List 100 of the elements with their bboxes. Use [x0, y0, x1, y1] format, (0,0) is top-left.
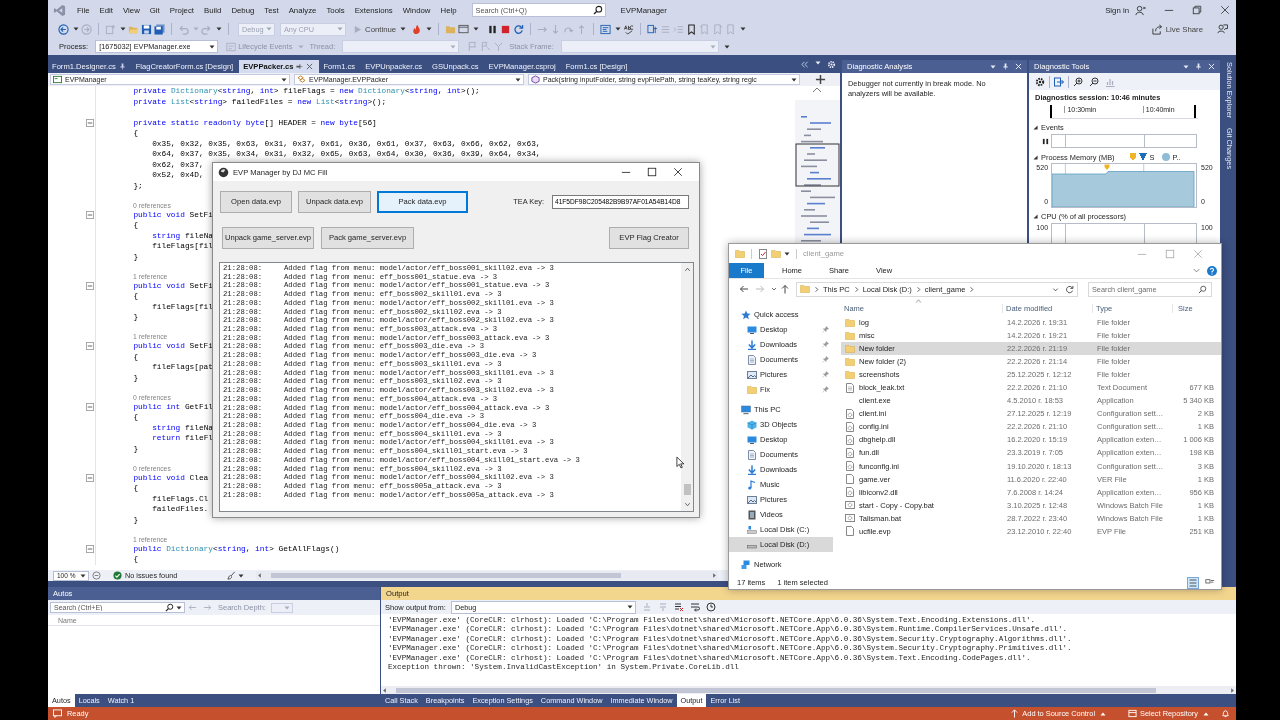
back-icon[interactable] [58, 23, 69, 35]
chevron-down-icon[interactable] [771, 286, 777, 292]
dropdown-arrow-icon[interactable] [740, 26, 747, 32]
scroll-right-icon[interactable] [1229, 686, 1236, 694]
folder-icon [747, 384, 757, 395]
folder-icon [845, 369, 855, 380]
back-icon[interactable] [739, 284, 749, 294]
up-arrow-icon [1010, 709, 1020, 718]
collapse-arrow-icon[interactable] [1033, 213, 1039, 219]
pin-icon[interactable] [822, 386, 829, 393]
brush-icon[interactable] [227, 571, 237, 580]
text-box-icon[interactable] [600, 23, 612, 35]
box-plus-icon[interactable] [647, 23, 659, 35]
dropdown-arrow-icon[interactable] [473, 26, 480, 32]
dropdown-arrow-icon [626, 604, 633, 610]
dropdown-arrow-icon[interactable] [120, 26, 126, 32]
collapse-icon[interactable] [86, 118, 94, 127]
download-icon [747, 339, 757, 350]
dropdown-arrow-icon[interactable] [815, 60, 821, 66]
pin-icon[interactable] [822, 326, 829, 333]
dropdown-arrow-icon [209, 43, 216, 50]
spell-check-icon[interactable] [623, 23, 635, 35]
double-chevron-icon[interactable] [800, 60, 809, 69]
clear-all-icon[interactable] [673, 602, 684, 612]
folder-icon [800, 284, 810, 294]
notification-bell-icon[interactable] [1221, 709, 1230, 718]
save-icon[interactable] [141, 23, 152, 35]
pin-icon[interactable] [296, 63, 304, 70]
dropdown-arrow-icon[interactable] [238, 572, 245, 579]
refresh-icon[interactable] [1065, 284, 1074, 294]
dropdown-arrow-icon[interactable] [990, 63, 997, 70]
scroll-right-icon[interactable] [711, 572, 719, 579]
settings-file-icon [845, 421, 855, 432]
checklist-icon[interactable] [758, 248, 768, 259]
scroll-left-icon[interactable] [256, 572, 264, 579]
chevron-right-icon [852, 285, 860, 293]
clock-icon[interactable] [705, 602, 716, 612]
help-icon[interactable] [1207, 265, 1217, 276]
person-icon[interactable] [1135, 4, 1146, 16]
close-icon[interactable] [1220, 5, 1230, 15]
dropdown-arrow-icon[interactable] [784, 250, 790, 257]
scroll-thumb[interactable] [683, 484, 691, 495]
pause-icon[interactable] [487, 23, 499, 35]
person-speech-icon[interactable] [1217, 23, 1228, 35]
dropdown-arrow-icon[interactable] [1183, 63, 1190, 70]
pin-icon[interactable] [822, 371, 829, 378]
bar-chart-icon[interactable] [1105, 76, 1116, 87]
pause-icon[interactable] [1042, 137, 1050, 145]
window-icon[interactable] [458, 23, 470, 35]
maximize-icon[interactable] [647, 167, 657, 177]
stop-icon[interactable] [500, 23, 512, 35]
dropdown-arrow-icon[interactable] [426, 26, 433, 32]
document-icon [747, 449, 757, 460]
dropdown-arrow-icon[interactable] [615, 26, 622, 32]
pin-icon[interactable] [822, 356, 829, 363]
horizontal-scrollbar[interactable] [381, 686, 1236, 694]
log-textbox[interactable] [219, 262, 694, 512]
restore-icon[interactable] [1192, 5, 1202, 15]
bookmark-icon[interactable] [686, 23, 698, 35]
plus-icon[interactable] [815, 74, 826, 85]
chevron-right-icon [968, 285, 976, 293]
collapse-icon[interactable] [86, 281, 94, 290]
collapse-icon[interactable] [86, 402, 94, 411]
diamonds-icon [297, 75, 306, 84]
scroll-thumb[interactable] [271, 573, 622, 578]
close-icon[interactable] [673, 167, 683, 177]
minus-circle-icon[interactable] [92, 571, 101, 580]
close-icon[interactable] [306, 63, 314, 70]
word-wrap-icon[interactable] [689, 602, 700, 612]
chevron-right-icon [813, 285, 820, 293]
zoom-out-icon[interactable] [1089, 76, 1100, 87]
vertical-scrollbar[interactable] [681, 263, 693, 511]
code-minimap-drawing[interactable] [795, 86, 840, 243]
collapse-icon[interactable] [86, 473, 94, 482]
computer-icon [741, 404, 751, 415]
zoom-in-icon[interactable] [1073, 76, 1084, 87]
up-arrow-icon[interactable] [780, 284, 790, 294]
horizontal-scrollbar[interactable] [256, 571, 719, 580]
collapse-icon[interactable] [86, 210, 94, 219]
restart-icon[interactable] [513, 23, 525, 35]
details-view-icon[interactable] [1187, 576, 1199, 589]
settings-icon[interactable] [1035, 76, 1046, 87]
scroll-down-icon[interactable] [683, 501, 691, 508]
folder-icon [845, 343, 855, 354]
chevron-down-icon[interactable] [1052, 285, 1059, 293]
export-icon[interactable] [1054, 76, 1065, 87]
save-all-icon[interactable] [154, 23, 165, 35]
caret-up-icon [1100, 710, 1107, 717]
collapse-icon[interactable] [86, 342, 94, 351]
dropdown-arrow-icon[interactable] [216, 26, 222, 32]
scroll-thumb[interactable] [396, 687, 1156, 693]
collapse-arrow-icon[interactable] [1033, 154, 1039, 160]
collapse-arrow-icon[interactable] [1033, 124, 1039, 130]
chevron-down-icon[interactable] [1192, 266, 1201, 275]
pin-icon[interactable] [822, 341, 829, 348]
collapse-icon[interactable] [86, 544, 94, 553]
dropdown-arrow-icon[interactable] [73, 26, 79, 32]
dropdown-arrow-icon[interactable] [400, 26, 407, 32]
dropdown-arrow-icon [450, 43, 457, 50]
scroll-up-icon[interactable] [683, 266, 691, 273]
